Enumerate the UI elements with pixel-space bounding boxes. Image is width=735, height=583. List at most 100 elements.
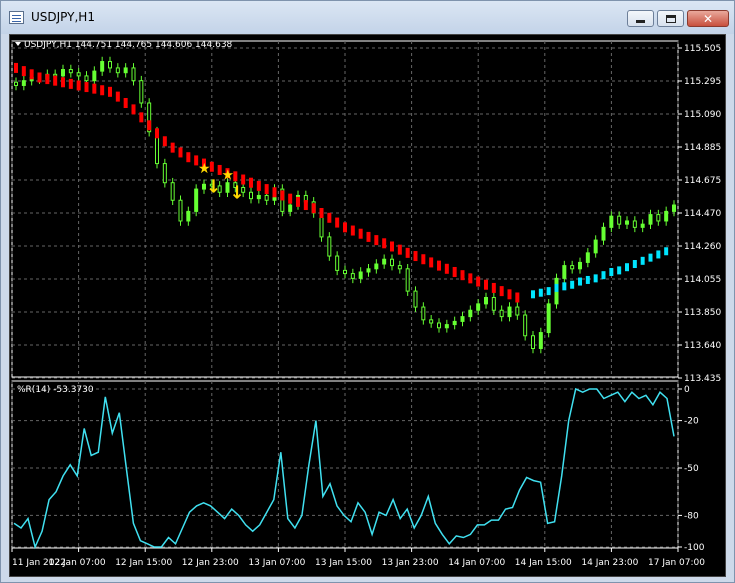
band-down-mark [484, 279, 488, 290]
price-tick-label: 113.640 [684, 341, 721, 351]
band-down-mark [115, 91, 120, 102]
band-up-mark [632, 260, 637, 269]
price-tick-label: 114.675 [684, 176, 721, 186]
band-down-mark [491, 282, 496, 293]
candle-body [76, 72, 81, 77]
grid [11, 40, 679, 549]
star-marker: ★ [222, 168, 235, 184]
band-down-mark [366, 231, 371, 242]
band-up-mark [656, 250, 661, 259]
band-down-mark [390, 241, 394, 252]
candle-body [68, 69, 73, 74]
time-tick-label: 12 Jan 07:00 [49, 558, 106, 568]
minimize-button[interactable] [627, 10, 654, 27]
candle-body [523, 314, 528, 337]
band-down-mark [382, 238, 387, 249]
time-tick-label: 14 Jan 07:00 [448, 558, 505, 568]
candle-body [288, 204, 293, 212]
candle-body [327, 236, 332, 257]
candle-body [413, 290, 418, 308]
chart-canvas[interactable]: ★↓★↓ 115.505115.295115.090114.885114.675… [10, 35, 727, 578]
band-down-mark [358, 228, 363, 239]
title-bar[interactable]: USDJPY,H1 ✕ [1, 1, 734, 34]
candle-body [538, 332, 543, 350]
band-down-mark [61, 77, 65, 88]
band-down-mark [249, 177, 253, 188]
candle-body [84, 75, 89, 82]
band-down-mark [139, 112, 144, 123]
candle-body [186, 210, 191, 222]
time-tick-label: 14 Jan 15:00 [515, 558, 572, 568]
band-up-mark [585, 275, 590, 284]
band-down-mark [515, 292, 520, 303]
minimize-icon [636, 20, 645, 23]
candle-body [593, 239, 598, 254]
price-tick-label: 114.885 [684, 143, 721, 153]
header-dropdown-icon[interactable] [15, 42, 21, 46]
band-down-mark [162, 136, 167, 147]
candle-body [515, 306, 520, 316]
band-up-mark [648, 253, 653, 262]
band-down-mark [186, 152, 191, 163]
candle-body [601, 226, 606, 241]
band-up-mark [546, 287, 551, 296]
time-tick-label: 17 Jan 07:00 [648, 558, 705, 568]
price-tick-label: 113.435 [684, 374, 721, 384]
time-tick-label: 13 Jan 07:00 [248, 558, 305, 568]
symbol-header: USDJPY,H1 144.751 144.765 144.606 144.63… [24, 40, 233, 50]
band-down-mark [264, 184, 269, 195]
price-tick-label: 114.470 [684, 209, 721, 219]
band-down-mark [21, 66, 26, 77]
band-down-mark [53, 75, 58, 86]
candle-body [405, 268, 410, 292]
candle-body [366, 268, 371, 273]
candle-body [640, 223, 645, 228]
candle-body [139, 80, 144, 104]
candle-body [468, 309, 473, 318]
candle-body [108, 61, 112, 69]
candle-body [21, 80, 26, 86]
candle-body [350, 273, 355, 279]
candle-body [648, 214, 653, 225]
band-up-mark [617, 266, 622, 275]
candle-body [264, 194, 269, 201]
band-up-mark [538, 288, 543, 297]
band-down-mark [296, 196, 300, 207]
band-down-mark [476, 276, 481, 287]
time-tick-label: 12 Jan 23:00 [182, 558, 239, 568]
time-tick-label: 14 Jan 23:00 [581, 558, 638, 568]
indicator-tick-label: 0 [684, 385, 690, 395]
candle-body [390, 258, 394, 267]
chart-area[interactable]: ★ ↓ ★ ↓ 115.505 115.295 115.090 114.885 114.675… [9, 34, 726, 577]
candle-body [53, 73, 58, 77]
band-up-mark [640, 256, 645, 265]
time-tick-label: 13 Jan 23:00 [382, 558, 439, 568]
band-down-mark [147, 120, 152, 131]
band-down-mark [397, 244, 402, 255]
band-down-mark [280, 190, 285, 201]
band-down-mark [452, 266, 457, 277]
price-tick-label: 115.295 [684, 77, 721, 87]
candle-body [14, 81, 18, 86]
candle-body [656, 214, 661, 222]
band-down-mark [68, 78, 73, 89]
candle-body [507, 306, 512, 318]
indicator-tick-label: -20 [684, 417, 699, 427]
band-down-mark [92, 83, 97, 94]
candle-body [437, 322, 441, 329]
band-down-mark [468, 273, 473, 284]
band-down-mark [256, 180, 261, 191]
band-up-mark [531, 290, 535, 299]
price-tick-label: 115.505 [684, 44, 721, 54]
time-tick-label: 13 Jan 15:00 [315, 558, 372, 568]
candle-body [460, 316, 465, 322]
band-up-mark [601, 271, 606, 280]
maximize-button[interactable] [657, 10, 684, 27]
down-arrow-marker: ↓ [206, 176, 221, 197]
band-down-mark [444, 263, 449, 274]
candle-body [194, 188, 199, 212]
candle-body [115, 67, 120, 74]
candle-body [374, 263, 379, 270]
candle-body [249, 191, 253, 200]
close-button[interactable]: ✕ [687, 10, 729, 27]
